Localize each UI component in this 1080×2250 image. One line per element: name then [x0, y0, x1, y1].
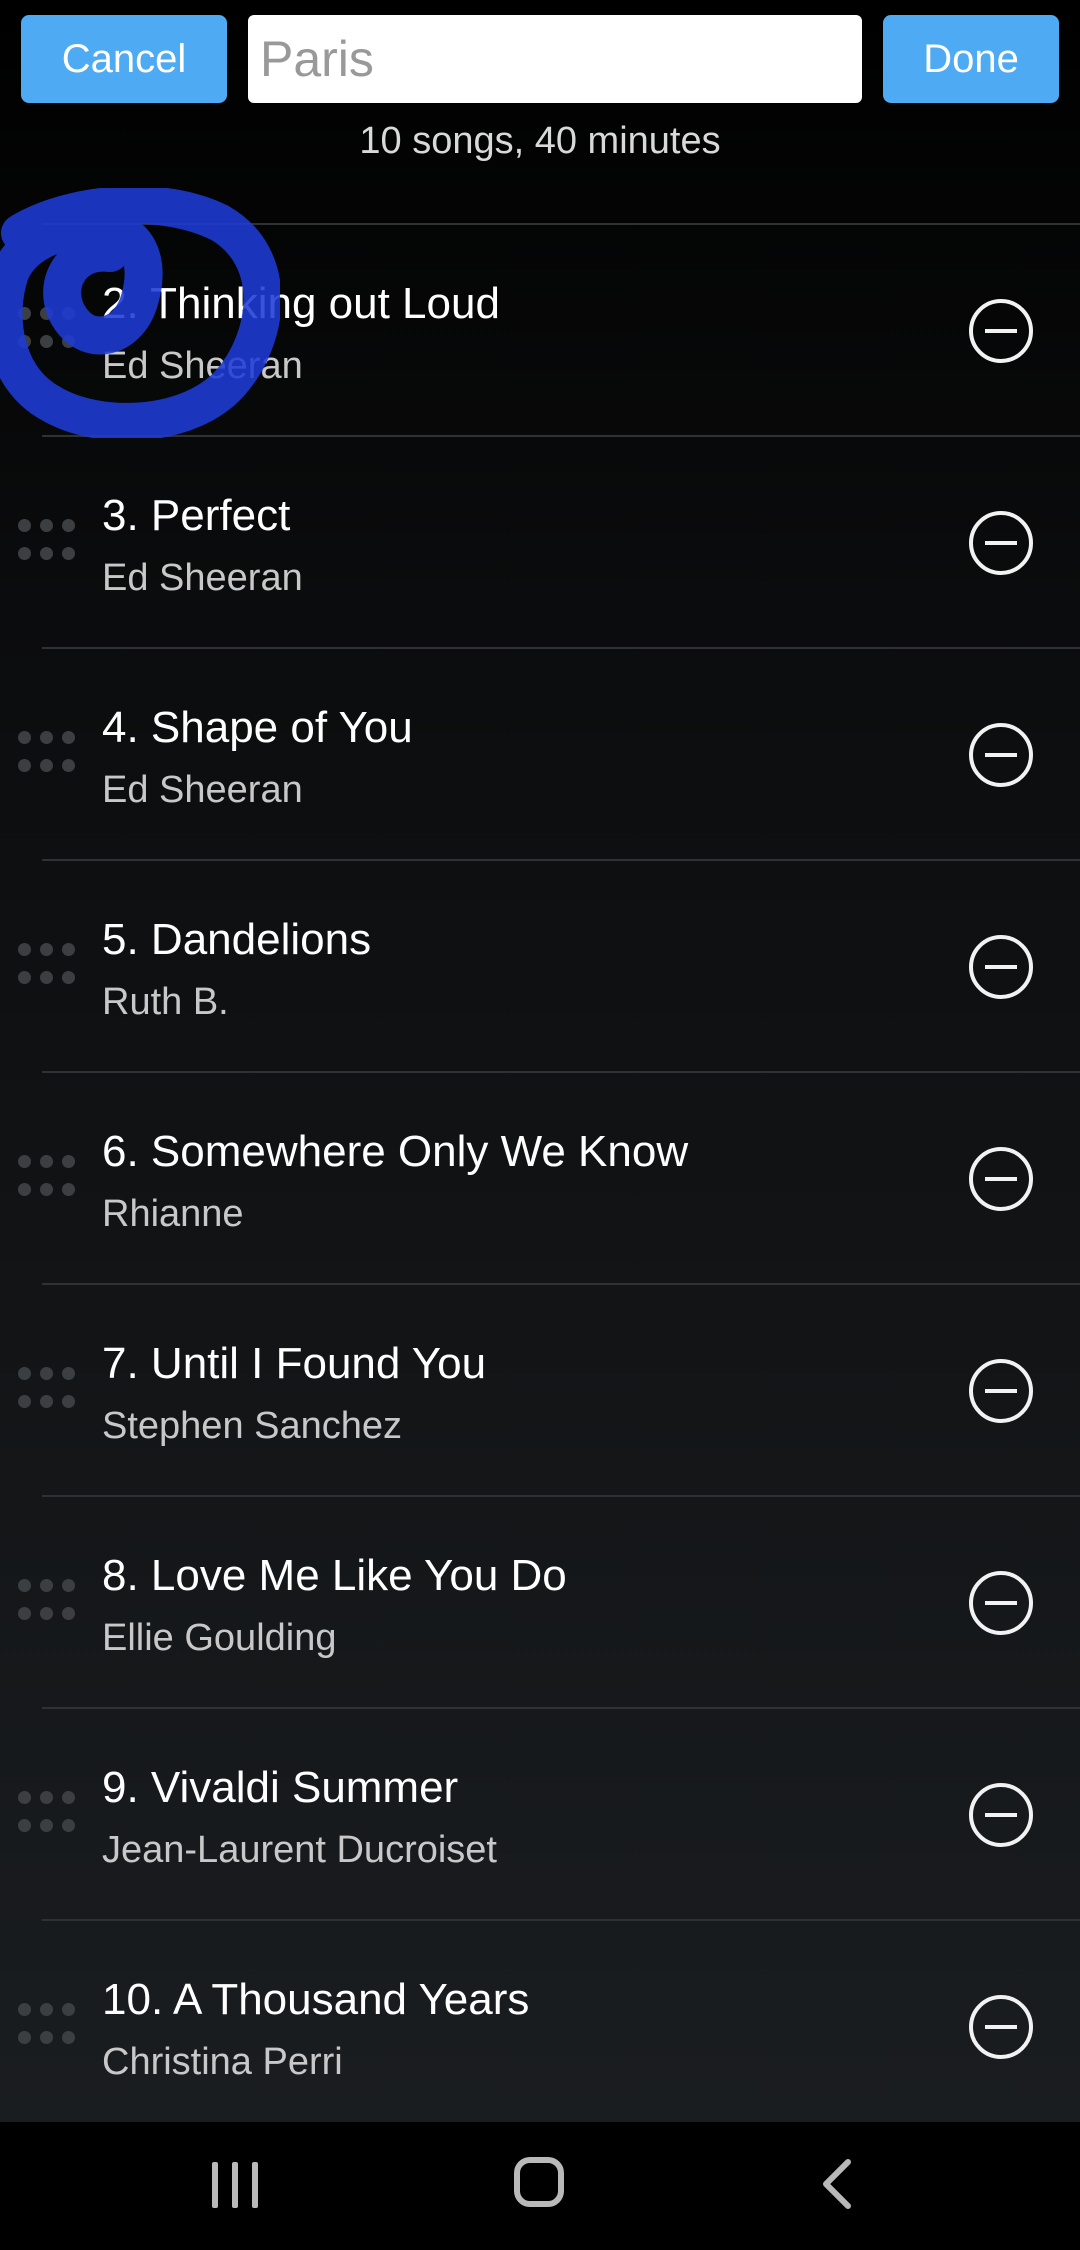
song-artist: Ed Sheeran [102, 557, 303, 599]
remove-circle-icon[interactable] [969, 299, 1033, 363]
remove-circle-icon[interactable] [969, 723, 1033, 787]
song-artist: Ellie Goulding [102, 1617, 337, 1659]
edit-playlist-header: Cancel Done 10 songs, 40 minutes [0, 0, 1080, 230]
home-icon[interactable] [514, 2157, 564, 2207]
song-row[interactable]: 7. Until I Found You Stephen Sanchez [18, 1283, 1080, 1495]
song-row[interactable]: 3. Perfect Ed Sheeran [18, 435, 1080, 647]
song-list: 2. Thinking out Loud Ed Sheeran 3. Perfe… [0, 223, 1080, 2133]
drag-handle-icon[interactable] [18, 1579, 82, 1625]
song-artist: Stephen Sanchez [102, 1405, 403, 1447]
song-title: 4. Shape of You [102, 703, 413, 752]
song-artist: Rhianne [102, 1193, 244, 1235]
song-title: 9. Vivaldi Summer [102, 1763, 459, 1812]
drag-handle-icon[interactable] [18, 943, 82, 989]
drag-handle-icon[interactable] [18, 1367, 82, 1413]
drag-handle-icon[interactable] [18, 1155, 82, 1201]
song-title: 7. Until I Found You [102, 1339, 487, 1388]
song-row[interactable]: 4. Shape of You Ed Sheeran [18, 647, 1080, 859]
drag-handle-icon[interactable] [18, 2003, 82, 2049]
back-icon[interactable] [818, 2158, 858, 2210]
song-title: 8. Love Me Like You Do [102, 1551, 567, 1600]
song-artist: Ed Sheeran [102, 345, 303, 387]
playlist-name-input[interactable] [248, 15, 862, 103]
song-row[interactable]: 5. Dandelions Ruth B. [18, 859, 1080, 1071]
song-title: 5. Dandelions [102, 915, 372, 964]
remove-circle-icon[interactable] [969, 1995, 1033, 2059]
done-button[interactable]: Done [883, 15, 1059, 103]
drag-handle-icon[interactable] [18, 1791, 82, 1837]
drag-handle-icon[interactable] [18, 731, 82, 777]
song-row[interactable]: 2. Thinking out Loud Ed Sheeran [18, 223, 1080, 435]
song-artist: Jean-Laurent Ducroiset [102, 1829, 497, 1871]
song-row[interactable]: 10. A Thousand Years Christina Perri [18, 1919, 1080, 2133]
cancel-button[interactable]: Cancel [21, 15, 227, 103]
system-navigation-bar [0, 2122, 1080, 2250]
song-row[interactable]: 9. Vivaldi Summer Jean-Laurent Ducroiset [18, 1707, 1080, 1919]
drag-handle-icon[interactable] [18, 519, 82, 565]
song-row[interactable]: 8. Love Me Like You Do Ellie Goulding [18, 1495, 1080, 1707]
song-title: 2. Thinking out Loud [102, 279, 500, 328]
playlist-summary: 10 songs, 40 minutes [359, 120, 721, 162]
drag-handle-icon[interactable] [18, 307, 82, 353]
remove-circle-icon[interactable] [969, 935, 1033, 999]
remove-circle-icon[interactable] [969, 511, 1033, 575]
song-title: 3. Perfect [102, 491, 291, 540]
song-row[interactable]: 6. Somewhere Only We Know Rhianne [18, 1071, 1080, 1283]
remove-circle-icon[interactable] [969, 1147, 1033, 1211]
song-artist: Ed Sheeran [102, 769, 303, 811]
remove-circle-icon[interactable] [969, 1359, 1033, 1423]
remove-circle-icon[interactable] [969, 1783, 1033, 1847]
song-title: 6. Somewhere Only We Know [102, 1127, 689, 1176]
song-artist: Ruth B. [102, 981, 229, 1023]
song-title: 10. A Thousand Years [102, 1975, 530, 2024]
song-artist: Christina Perri [102, 2041, 343, 2083]
remove-circle-icon[interactable] [969, 1571, 1033, 1635]
recents-icon[interactable] [212, 2162, 262, 2208]
